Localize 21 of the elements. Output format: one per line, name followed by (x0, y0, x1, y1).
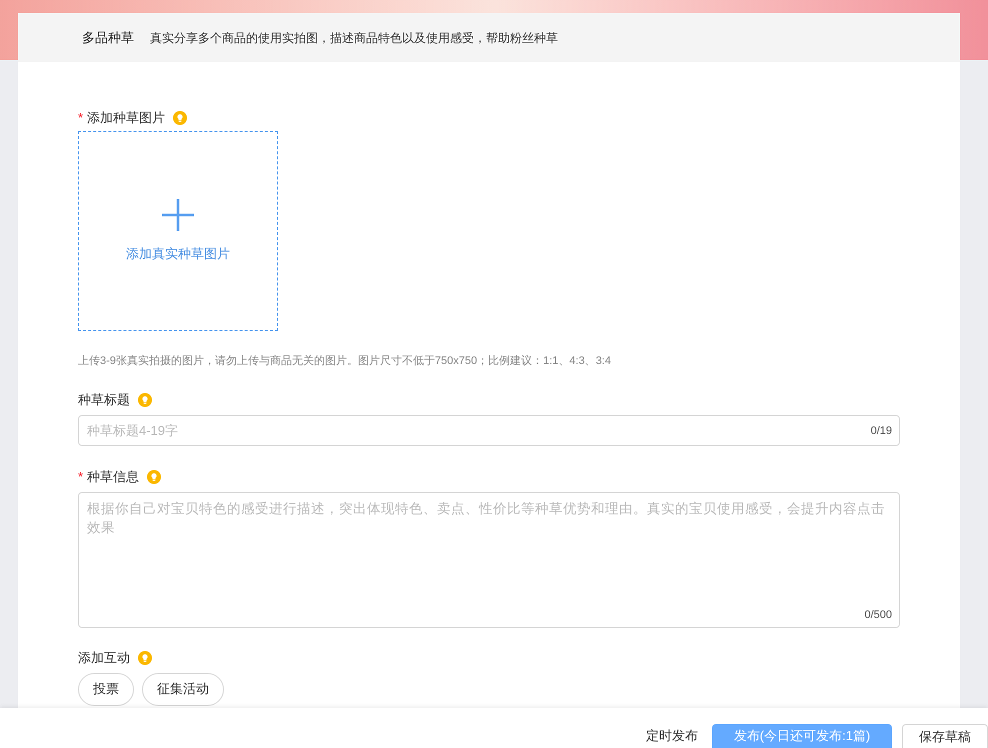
page-title: 多品种草 (82, 28, 134, 47)
plus-icon (161, 198, 195, 232)
interaction-button[interactable]: 投票 (78, 672, 134, 706)
field-label: 种草标题 (78, 390, 130, 409)
schedule-link[interactable]: 定时发布 (642, 724, 702, 748)
char-counter: 0/500 (864, 608, 892, 623)
lightbulb-icon (147, 470, 162, 484)
char-counter: 0/19 (870, 424, 892, 438)
interaction-button[interactable]: 征集活动 (142, 672, 224, 706)
field-label: 种草信息 (87, 468, 140, 486)
lightbulb-icon (138, 650, 152, 664)
required-mark: * (78, 109, 84, 128)
save-draft-button[interactable]: 保存草稿 (902, 724, 988, 748)
field-label: 添加互动 (78, 648, 130, 667)
upload-hint: 上传3-9张真实拍摄的图片，请勿上传与商品无关的图片。图片尺寸不低于750x750；比例建议：1:1、4:3、3:4 (78, 354, 612, 369)
required-mark: * (78, 468, 84, 486)
lightbulb-icon (138, 392, 152, 406)
upload-text: 添加真实种草图片 (126, 245, 230, 264)
field-label: 添加种草图片 (87, 109, 166, 128)
lightbulb-icon (173, 111, 188, 125)
page-description: 真实分享多个商品的使用实拍图，描述商品特色以及使用感受，帮助粉丝种草 (150, 30, 558, 46)
